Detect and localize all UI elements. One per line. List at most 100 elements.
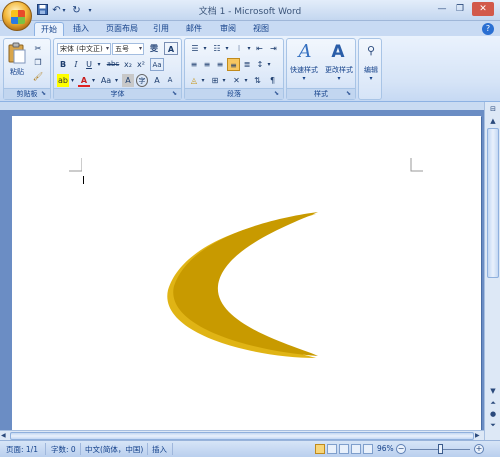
quick-styles-dropdown-icon[interactable]: ▾ <box>287 75 321 82</box>
grow-font-button[interactable]: A <box>151 74 163 87</box>
shading-icon[interactable]: ◬ <box>188 74 200 87</box>
tab-insert[interactable]: 插入 <box>68 22 94 36</box>
select-browse-object-icon[interactable]: ● <box>487 409 499 419</box>
underline-button[interactable]: U <box>83 58 95 71</box>
subscript-button[interactable]: x₂ <box>122 58 134 71</box>
highlight-dropdown-icon[interactable]: ▾ <box>69 74 76 87</box>
ruler-toggle-icon[interactable]: ⊟ <box>487 104 499 114</box>
print-layout-view-icon[interactable] <box>315 444 325 454</box>
change-styles-dropdown-icon[interactable]: ▾ <box>321 75 357 82</box>
line-spacing-icon[interactable]: ↕ <box>254 58 266 71</box>
horizontal-scroll-thumb[interactable] <box>10 432 474 440</box>
scroll-up-icon[interactable]: ▲ <box>487 116 499 126</box>
draft-view-icon[interactable] <box>363 444 373 454</box>
help-icon[interactable]: ? <box>482 23 494 35</box>
paste-button[interactable]: 粘贴 <box>7 67 27 77</box>
cut-icon[interactable]: ✂ <box>31 42 45 55</box>
phonetic-guide-icon[interactable]: 雯 <box>147 42 161 55</box>
chinese-layout-icon[interactable]: ✕ <box>230 74 243 87</box>
quick-styles-button[interactable]: 快速样式 <box>287 65 321 75</box>
minimize-button[interactable]: — <box>434 2 450 16</box>
align-center-icon[interactable]: ≡ <box>201 58 213 71</box>
borders-icon[interactable]: ⊞ <box>209 74 221 87</box>
binoculars-icon[interactable]: ⚲ <box>363 44 379 58</box>
full-screen-reading-view-icon[interactable] <box>327 444 337 454</box>
character-shading-icon[interactable]: A <box>122 74 134 87</box>
font-name-combo[interactable]: 宋体 (中文正) ▾ <box>57 43 111 55</box>
font-color-icon[interactable]: A <box>78 74 90 87</box>
restore-button[interactable]: ❐ <box>452 2 468 16</box>
line-spacing-dropdown-icon[interactable]: ▾ <box>266 58 272 71</box>
justify-icon[interactable]: ≡ <box>227 58 240 71</box>
zoom-out-icon[interactable]: − <box>396 444 406 454</box>
font-color-dropdown-icon[interactable]: ▾ <box>90 74 97 87</box>
decrease-indent-icon[interactable]: ⇤ <box>253 42 266 55</box>
tab-references[interactable]: 引用 <box>148 22 174 36</box>
paragraph-launcher-icon[interactable]: ⬊ <box>274 90 281 97</box>
clipboard-launcher-icon[interactable]: ⬊ <box>41 90 48 97</box>
underline-dropdown-icon[interactable]: ▾ <box>95 58 103 71</box>
moon-shape[interactable] <box>160 208 325 366</box>
scroll-right-icon[interactable]: ▶ <box>475 431 483 440</box>
tab-view[interactable]: 视图 <box>248 22 274 36</box>
change-case-button[interactable]: Aa <box>99 74 113 87</box>
strikethrough-button[interactable]: abc <box>105 58 121 71</box>
styles-launcher-icon[interactable]: ⬊ <box>346 90 353 97</box>
next-page-icon[interactable]: ⏷ <box>487 420 499 430</box>
change-styles-icon[interactable]: A <box>327 42 349 62</box>
quick-styles-icon[interactable]: A <box>295 42 315 62</box>
copy-icon[interactable]: ❐ <box>31 56 45 69</box>
align-left-icon[interactable]: ≡ <box>188 58 200 71</box>
tab-home[interactable]: 开始 <box>34 22 64 36</box>
enclose-characters-icon[interactable]: 字 <box>136 74 148 87</box>
multilevel-dropdown-icon[interactable]: ▾ <box>246 42 252 55</box>
outline-view-icon[interactable] <box>351 444 361 454</box>
paste-icon[interactable] <box>7 42 27 64</box>
editing-dropdown-icon[interactable]: ▾ <box>359 75 383 82</box>
vertical-scrollbar[interactable]: ⊟ ▲ ▼ ⏶ ● ⏷ <box>484 102 500 440</box>
borders-dropdown-icon[interactable]: ▾ <box>221 74 227 87</box>
zoom-in-icon[interactable]: + <box>474 444 484 454</box>
show-marks-icon[interactable]: ¶ <box>266 74 279 87</box>
tab-mailings[interactable]: 邮件 <box>181 22 207 36</box>
font-size-combo[interactable]: 五号 ▾ <box>112 43 144 55</box>
language-indicator[interactable]: 中文(简体，中国) <box>85 444 143 455</box>
word-count[interactable]: 字数: 0 <box>51 444 76 455</box>
zoom-slider-knob[interactable] <box>438 444 443 454</box>
insert-mode-indicator[interactable]: 插入 <box>152 444 167 455</box>
multilevel-list-icon[interactable]: ⁝ <box>232 42 246 55</box>
zoom-level[interactable]: 96% <box>377 444 394 453</box>
previous-page-icon[interactable]: ⏶ <box>487 398 499 408</box>
bullets-icon[interactable]: ☰ <box>188 42 202 55</box>
scroll-left-icon[interactable]: ◀ <box>1 431 9 440</box>
font-launcher-icon[interactable]: ⬊ <box>172 90 179 97</box>
character-border-icon[interactable]: A <box>164 42 178 55</box>
shrink-font-button[interactable]: A <box>164 74 176 87</box>
align-right-icon[interactable]: ≡ <box>214 58 226 71</box>
chinese-layout-dropdown-icon[interactable]: ▾ <box>243 74 249 87</box>
change-styles-button[interactable]: 更改样式 <box>321 65 357 75</box>
office-button[interactable] <box>2 1 32 31</box>
web-layout-view-icon[interactable] <box>339 444 349 454</box>
horizontal-scrollbar[interactable]: ◀ ▶ <box>0 430 484 440</box>
bold-button[interactable]: B <box>57 58 69 71</box>
shading-dropdown-icon[interactable]: ▾ <box>200 74 206 87</box>
page-count[interactable]: 页面: 1/1 <box>6 444 38 455</box>
bullets-dropdown-icon[interactable]: ▾ <box>202 42 208 55</box>
distributed-icon[interactable]: ≣ <box>241 58 253 71</box>
close-button[interactable]: ✕ <box>472 2 494 16</box>
italic-button[interactable]: I <box>70 58 82 71</box>
increase-indent-icon[interactable]: ⇥ <box>267 42 280 55</box>
numbering-icon[interactable]: ☷ <box>210 42 224 55</box>
superscript-button[interactable]: x² <box>135 58 147 71</box>
tab-page-layout[interactable]: 页面布局 <box>102 22 142 36</box>
editing-button[interactable]: 编辑 <box>359 65 383 75</box>
vertical-scroll-thumb[interactable] <box>487 128 499 278</box>
format-painter-icon[interactable]: 🖌 <box>31 70 45 83</box>
tab-review[interactable]: 审阅 <box>215 22 241 36</box>
change-case-dropdown-icon[interactable]: ▾ <box>113 74 120 87</box>
numbering-dropdown-icon[interactable]: ▾ <box>224 42 230 55</box>
scroll-down-icon[interactable]: ▼ <box>487 386 499 396</box>
clear-formatting-icon[interactable]: Aa <box>150 58 164 71</box>
highlight-icon[interactable]: ab <box>57 74 69 87</box>
